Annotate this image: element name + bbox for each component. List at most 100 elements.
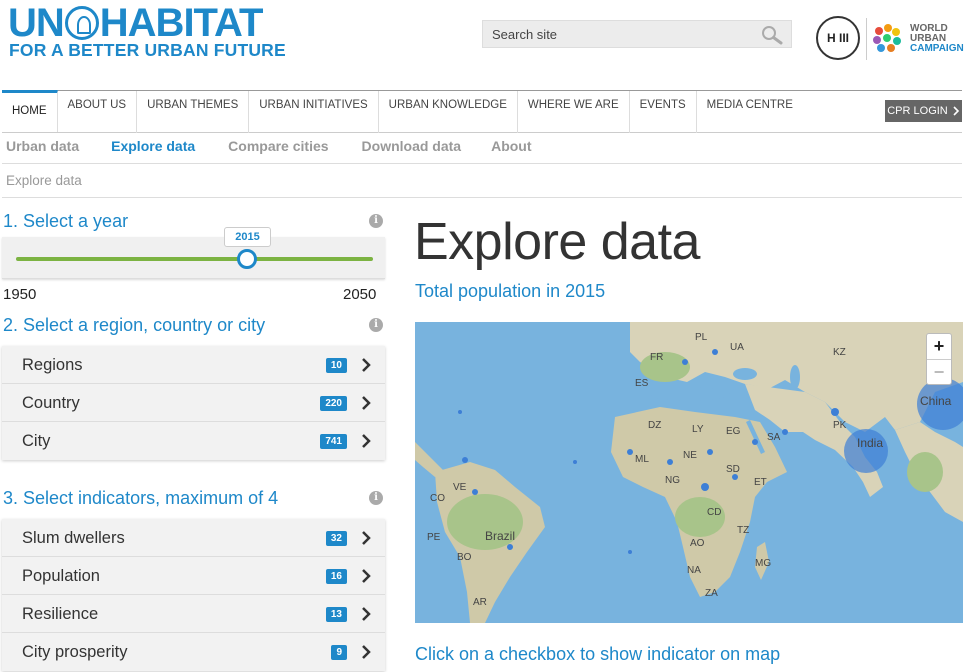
- count-badge: 220: [320, 396, 347, 411]
- map-label: NE: [683, 450, 697, 461]
- chevron-right-icon: [362, 569, 371, 583]
- chevron-right-icon: [953, 106, 959, 116]
- map-label: MG: [755, 558, 772, 569]
- chevron-right-icon: [362, 645, 371, 659]
- nav-about-us[interactable]: ABOUT US: [58, 91, 138, 133]
- count-badge: 13: [325, 607, 347, 622]
- nav-where-we-are[interactable]: WHERE WE ARE: [518, 91, 630, 133]
- count-badge: 741: [320, 434, 347, 449]
- search-box: [482, 20, 792, 48]
- step1-info-icon[interactable]: i: [369, 214, 383, 228]
- nav-urban-themes[interactable]: URBAN THEMES: [137, 91, 250, 133]
- indicator-item-slum-dwellers[interactable]: Slum dwellers 32: [2, 519, 385, 557]
- cpr-login-button[interactable]: CPR LOGIN: [885, 100, 962, 122]
- nav-urban-knowledge[interactable]: URBAN KNOWLEDGE: [379, 91, 518, 133]
- nav-home[interactable]: HOME: [2, 90, 58, 132]
- map-label: PL: [695, 332, 708, 343]
- location-item-regions[interactable]: Regions 10: [2, 346, 385, 384]
- subnav-download-data[interactable]: Download data: [358, 133, 488, 163]
- logo-habitat-text: HABITAT: [99, 1, 264, 45]
- map-label: EG: [726, 426, 741, 437]
- world-urban-campaign-icon[interactable]: [870, 22, 904, 56]
- step2-title: 2. Select a region, country or city: [3, 315, 266, 335]
- indicator-item-resilience[interactable]: Resilience 13: [2, 595, 385, 633]
- map-label: ES: [635, 378, 649, 389]
- year-slider-track[interactable]: [16, 257, 373, 261]
- step3-info-icon[interactable]: i: [369, 491, 383, 505]
- subnav-compare-cities[interactable]: Compare cities: [224, 133, 357, 163]
- map-label: ZA: [705, 588, 718, 599]
- year-min-label: 1950: [3, 286, 37, 303]
- chevron-right-icon: [362, 434, 371, 448]
- subnav-urban-data[interactable]: Urban data: [2, 133, 107, 163]
- breadcrumb: Explore data: [2, 164, 962, 198]
- search-icon[interactable]: [761, 25, 783, 45]
- nav-urban-initiatives[interactable]: URBAN INITIATIVES: [249, 91, 379, 133]
- map-label: SD: [726, 464, 740, 475]
- world-map[interactable]: KZ UA PL FR ES DZ LY EG SA PK ML NE SD N…: [415, 322, 963, 623]
- map-label: AR: [473, 597, 487, 608]
- search-input[interactable]: [483, 21, 753, 47]
- map-label: UA: [730, 342, 744, 353]
- indicator-item-city-prosperity[interactable]: City prosperity 9: [2, 633, 385, 671]
- indicator-list: Slum dwellers 32 Population 16 Resilienc…: [2, 519, 385, 671]
- map-label: CD: [707, 507, 722, 518]
- map-label: NA: [687, 565, 701, 576]
- map-label: NG: [665, 475, 680, 486]
- main-nav: HOME ABOUT US URBAN THEMES URBAN INITIAT…: [2, 90, 962, 133]
- year-max-label: 2050: [343, 286, 377, 303]
- map-label: TZ: [737, 525, 750, 536]
- step2-info-icon[interactable]: i: [369, 318, 383, 332]
- map-label: PK: [833, 420, 847, 431]
- zoom-in-button[interactable]: +: [927, 334, 951, 359]
- map-label: AO: [690, 538, 705, 549]
- step1-title: 1. Select a year: [3, 211, 129, 231]
- indicator-hint: Click on a checkbox to show indicator on…: [415, 644, 781, 664]
- logo-divider: [866, 18, 867, 60]
- subnav-explore-data[interactable]: Explore data: [107, 133, 224, 163]
- year-slider-tooltip: 2015: [224, 227, 271, 247]
- map-land: [415, 322, 963, 623]
- step3-title: 3. Select indicators, maximum of 4: [3, 488, 279, 508]
- map-label: DZ: [648, 420, 662, 431]
- zoom-out-button[interactable]: −: [927, 359, 951, 384]
- logo-un-text: UN: [8, 1, 65, 45]
- indicator-item-population[interactable]: Population 16: [2, 557, 385, 595]
- location-item-country[interactable]: Country 220: [2, 384, 385, 422]
- year-slider-handle[interactable]: [237, 249, 257, 269]
- map-subtitle: Total population in 2015: [415, 281, 606, 301]
- subnav-about[interactable]: About: [487, 133, 546, 163]
- map-label: BO: [457, 552, 472, 563]
- count-badge: 9: [331, 645, 347, 660]
- nav-media-centre[interactable]: MEDIA CENTRE: [697, 91, 803, 133]
- logo-tagline: FOR A BETTER URBAN FUTURE: [9, 40, 286, 60]
- map-label: CO: [430, 493, 445, 504]
- map-label: SA: [767, 432, 781, 443]
- map-label: ET: [754, 477, 767, 488]
- chevron-right-icon: [362, 607, 371, 621]
- chevron-right-icon: [362, 531, 371, 545]
- world-urban-campaign-text: WORLD URBAN CAMPAIGN: [910, 23, 964, 54]
- page-title: Explore data: [414, 213, 700, 271]
- habitat-iii-badge[interactable]: H III: [816, 16, 860, 60]
- page: UN HABITAT FOR A BETTER URBAN FUTURE H I…: [0, 0, 970, 672]
- sub-nav: Urban data Explore data Compare cities D…: [2, 133, 962, 164]
- map-label: KZ: [833, 347, 846, 358]
- count-badge: 10: [325, 358, 347, 373]
- location-list: Regions 10 Country 220 City 741: [2, 346, 385, 460]
- map-zoom-control: + −: [926, 333, 952, 385]
- map-label-china: China: [920, 394, 952, 408]
- location-item-city[interactable]: City 741: [2, 422, 385, 460]
- count-badge: 32: [325, 531, 347, 546]
- map-label: ML: [635, 454, 649, 465]
- year-slider: 2015: [2, 227, 385, 279]
- map-label: PE: [427, 532, 441, 543]
- chevron-right-icon: [362, 396, 371, 410]
- un-emblem-icon: [64, 6, 99, 40]
- nav-events[interactable]: EVENTS: [630, 91, 697, 133]
- map-label: FR: [650, 352, 664, 363]
- cpr-login-label: CPR LOGIN: [887, 105, 948, 117]
- map-label: LY: [692, 424, 704, 435]
- count-badge: 16: [325, 569, 347, 584]
- un-habitat-logo[interactable]: UN HABITAT: [8, 1, 264, 45]
